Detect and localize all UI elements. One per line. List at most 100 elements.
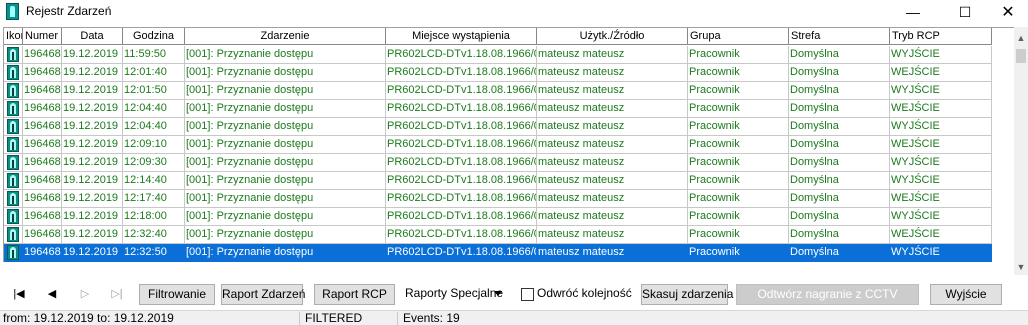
cell-location: PR602LCD-DTv1.18.08.1966/0 <box>386 208 537 226</box>
cell-number: 1964686 <box>23 118 62 136</box>
cell-user: mateusz mateusz <box>537 244 688 262</box>
play-cctv-button[interactable]: Odtwórz nagranie z CCTV <box>736 284 919 305</box>
cell-group: Pracownik <box>688 100 789 118</box>
cell-zone: Domyślna <box>789 208 890 226</box>
close-button[interactable]: ✕ <box>985 0 1028 25</box>
cell-rcp-mode: WYJŚCIE <box>890 118 992 136</box>
door-icon <box>7 119 19 134</box>
door-icon <box>7 227 19 242</box>
cell-date: 19.12.2019 <box>62 172 123 190</box>
cell-location: PR602LCD-DTv1.18.08.1966/0 <box>386 136 537 154</box>
exit-button[interactable]: Wyjście <box>930 284 1002 305</box>
row-icon <box>4 172 23 190</box>
nav-first-icon[interactable]: |◀ <box>11 287 27 301</box>
nav-prev-icon[interactable]: ◀ <box>44 287 60 301</box>
cell-date: 19.12.2019 <box>62 190 123 208</box>
scroll-thumb[interactable] <box>1016 49 1026 63</box>
cell-number: 1964688 <box>23 244 62 262</box>
filter-button[interactable]: Filtrowanie <box>139 284 215 305</box>
status-bar: from: 19.12.2019 to: 19.12.2019 FILTERED… <box>0 310 1028 325</box>
nav-last-icon[interactable]: ▷| <box>109 287 125 301</box>
chevron-down-icon[interactable] <box>494 291 502 296</box>
special-reports-dropdown[interactable]: Raporty Specjalne <box>405 286 503 300</box>
cell-location: PR602LCD-DTv1.18.08.1966/0 <box>386 118 537 136</box>
cell-rcp-mode: WEJŚCIE <box>890 190 992 208</box>
clear-events-button[interactable]: Skasuj zdarzenia <box>641 284 733 305</box>
cell-zone: Domyślna <box>789 100 890 118</box>
reverse-order-label[interactable]: Odwróć kolejność <box>537 286 632 300</box>
cell-time: 12:09:30 <box>123 154 185 172</box>
table-row[interactable]: 196468819.12.201912:17:40[001]: Przyznan… <box>4 190 992 208</box>
cell-user: mateusz mateusz <box>537 154 688 172</box>
column-header-icon[interactable]: Ikon <box>4 28 23 45</box>
cell-event: [001]: Przyznanie dostępu <box>185 46 386 64</box>
door-icon <box>7 137 19 152</box>
cell-location: PR602LCD-DTv1.18.08.1966/0 <box>386 190 537 208</box>
door-icon <box>7 245 19 260</box>
cell-user: mateusz mateusz <box>537 208 688 226</box>
table-row[interactable]: 196468719.12.201912:09:10[001]: Przyznan… <box>4 136 992 154</box>
door-icon <box>7 155 19 170</box>
column-header-time[interactable]: Godzina <box>123 28 185 45</box>
cell-group: Pracownik <box>688 154 789 172</box>
cell-zone: Domyślna <box>789 118 890 136</box>
cell-event: [001]: Przyznanie dostępu <box>185 82 386 100</box>
column-header-user[interactable]: Użytk./Źródło <box>537 28 688 45</box>
table-row[interactable]: 196468619.12.201912:01:50[001]: Przyznan… <box>4 82 992 100</box>
table-row[interactable]: 196468719.12.201912:14:40[001]: Przyznan… <box>4 172 992 190</box>
table-row[interactable]: 196468619.12.201912:04:40[001]: Przyznan… <box>4 118 992 136</box>
cell-time: 11:59:50 <box>123 46 185 64</box>
column-header-rcp-mode[interactable]: Tryb RCP <box>890 28 992 45</box>
cell-user: mateusz mateusz <box>537 172 688 190</box>
cell-date: 19.12.2019 <box>62 100 123 118</box>
cell-date: 19.12.2019 <box>62 154 123 172</box>
cell-number: 1964688 <box>23 226 62 244</box>
cell-user: mateusz mateusz <box>537 46 688 64</box>
reverse-order-checkbox[interactable] <box>521 288 534 301</box>
cell-user: mateusz mateusz <box>537 190 688 208</box>
maximize-button[interactable]: ☐ <box>942 0 988 25</box>
cell-location: PR602LCD-DTv1.18.08.1966/0 <box>386 244 537 262</box>
cell-zone: Domyślna <box>789 172 890 190</box>
cell-event: [001]: Przyznanie dostępu <box>185 226 386 244</box>
row-icon <box>4 64 23 82</box>
scroll-up-icon[interactable]: ▲ <box>1014 31 1028 45</box>
column-header-date[interactable]: Data <box>62 28 123 45</box>
column-header-zone[interactable]: Strefa <box>789 28 890 45</box>
column-header-number[interactable]: Numer <box>23 28 62 45</box>
table-row-selected[interactable]: 196468819.12.201912:32:50[001]: Przyznan… <box>4 244 992 262</box>
table-row[interactable]: 196468619.12.201912:04:40[001]: Przyznan… <box>4 100 992 118</box>
cell-location: PR602LCD-DTv1.18.08.1966/0 <box>386 46 537 64</box>
table-row[interactable]: 196468819.12.201912:32:40[001]: Przyznan… <box>4 226 992 244</box>
cell-number: 1964687 <box>23 172 62 190</box>
cell-event: [001]: Przyznanie dostępu <box>185 64 386 82</box>
status-event-count: Events: 19 <box>403 311 460 325</box>
row-icon <box>4 226 23 244</box>
vertical-scrollbar[interactable]: ▲ ▼ <box>1014 27 1028 275</box>
cell-number: 1964686 <box>23 82 62 100</box>
table-row[interactable]: 196468819.12.201912:18:00[001]: Przyznan… <box>4 208 992 226</box>
events-grid[interactable]: Ikon Numer Data Godzina Zdarzenie Miejsc… <box>3 27 1017 262</box>
cell-number: 1964687 <box>23 154 62 172</box>
table-row[interactable]: 196468519.12.201912:01:40[001]: Przyznan… <box>4 64 992 82</box>
scroll-down-icon[interactable]: ▼ <box>1014 260 1028 274</box>
cell-date: 19.12.2019 <box>62 64 123 82</box>
cell-event: [001]: Przyznanie dostępu <box>185 172 386 190</box>
column-header-location[interactable]: Miejsce wystąpienia <box>386 28 537 45</box>
app-icon <box>6 3 19 20</box>
table-row[interactable]: 196468519.12.201911:59:50[001]: Przyznan… <box>4 46 992 64</box>
column-header-group[interactable]: Grupa <box>688 28 789 45</box>
cell-user: mateusz mateusz <box>537 226 688 244</box>
report-rcp-button[interactable]: Raport RCP <box>314 284 395 305</box>
cell-location: PR602LCD-DTv1.18.08.1966/0 <box>386 82 537 100</box>
minimize-button[interactable]: — <box>890 0 936 25</box>
cell-location: PR602LCD-DTv1.18.08.1966/0 <box>386 64 537 82</box>
row-icon <box>4 136 23 154</box>
cell-rcp-mode: WYJŚCIE <box>890 82 992 100</box>
nav-next-icon[interactable]: ▷ <box>77 287 93 301</box>
column-header-event[interactable]: Zdarzenie <box>185 28 386 45</box>
table-row[interactable]: 196468719.12.201912:09:30[001]: Przyznan… <box>4 154 992 172</box>
cell-zone: Domyślna <box>789 244 890 262</box>
report-events-button[interactable]: Raport Zdarzeń <box>221 284 305 305</box>
cell-rcp-mode: WYJŚCIE <box>890 154 992 172</box>
